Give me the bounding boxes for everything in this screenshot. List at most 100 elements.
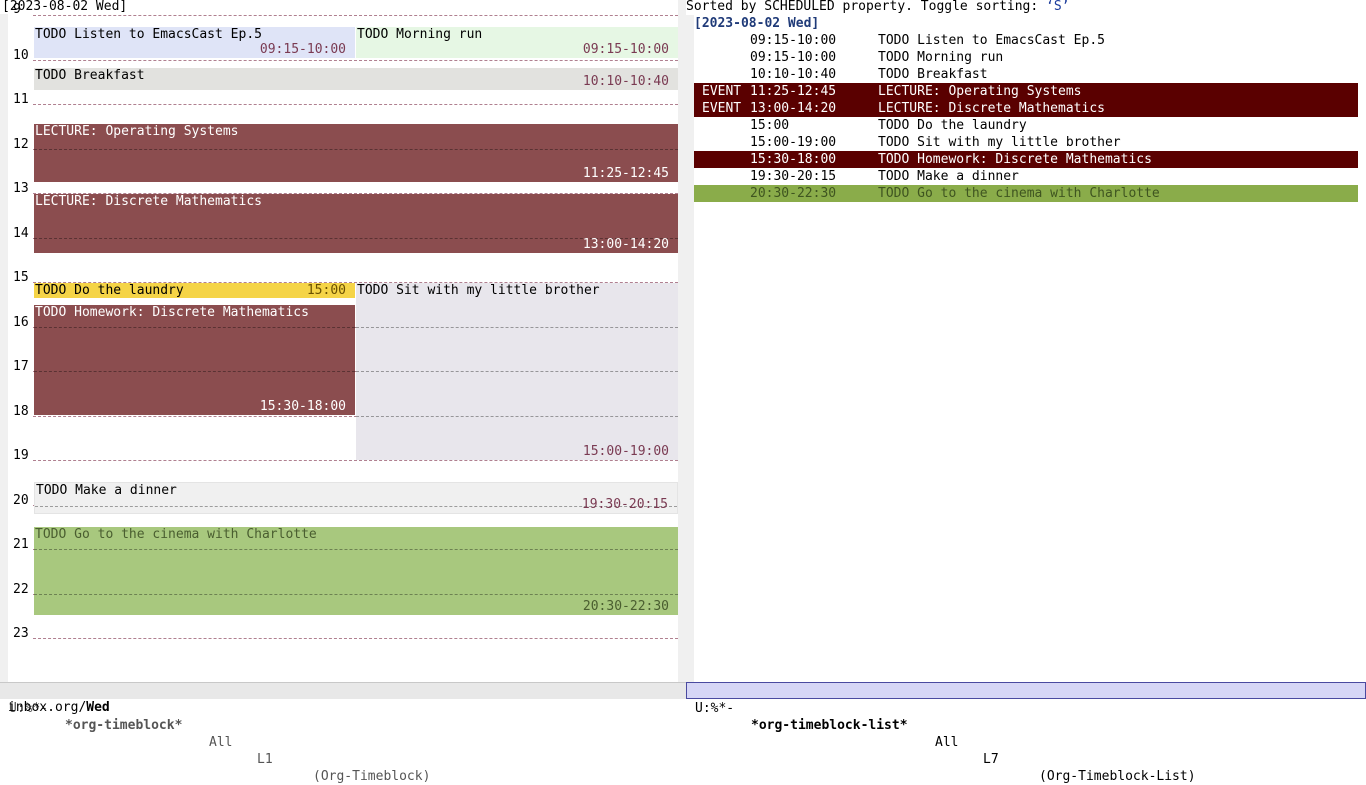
list-item-time: 15:00 — [750, 118, 790, 133]
list-item-time: 10:10-10:40 — [750, 67, 837, 82]
list-item-text: TODO Listen to EmacsCast Ep.5 — [878, 33, 1105, 48]
block-title: TODO Homework: Discrete Mathematics — [35, 305, 309, 320]
hour-label: 21 — [13, 537, 29, 552]
list-item[interactable]: 20:30-22:30 TODO Go to the cinema with Ch… — [694, 185, 1358, 202]
minibuffer[interactable]: inbox.org/Wed — [8, 700, 110, 716]
block-hour-line — [356, 371, 678, 372]
block-time: 19:30-20:15 — [581, 497, 668, 512]
hour-line — [33, 638, 678, 639]
list-item-text: LECTURE: Discrete Mathematics — [878, 101, 1105, 116]
modeline-list: U:%*- *org-timeblock-list* All L7 (Org-T… — [686, 682, 1366, 784]
block-title: TODO Listen to EmacsCast Ep.5 — [35, 27, 262, 42]
list-item[interactable]: EVENT 13:00-14:20 LECTURE: Discrete Mathem… — [694, 100, 1358, 117]
modeline-mode: (Org-Timeblock-List) — [1039, 769, 1196, 784]
block-lecture-dm[interactable]: LECTURE: Discrete Mathematics 13:00-14:20 — [34, 194, 678, 253]
block-title: TODO Do the laundry — [35, 283, 184, 298]
modeline-status: U:%*- — [695, 701, 735, 716]
list-item-text: TODO Make a dinner — [878, 169, 1019, 184]
hour-label: 11 — [13, 92, 29, 107]
block-hour-line — [34, 549, 678, 550]
hour-label: 14 — [13, 226, 29, 241]
modeline-buffer-name: *org-timeblock-list* — [751, 718, 908, 733]
hour-line — [33, 460, 678, 461]
block-laundry[interactable]: TODO Do the laundry 15:00 — [34, 283, 355, 298]
block-hour-line — [34, 238, 678, 239]
list-item[interactable]: 09:15-10:00 TODO Morning run — [694, 49, 1358, 66]
block-title: TODO Morning run — [357, 27, 483, 42]
block-cinema[interactable]: TODO Go to the cinema with Charlotte 20:3… — [34, 527, 678, 615]
hour-label: 12 — [13, 137, 29, 152]
block-title: TODO Breakfast — [35, 68, 145, 83]
modeline-mode: (Org-Timeblock) — [313, 769, 431, 784]
block-dinner[interactable]: TODO Make a dinner 19:30-20:15 — [34, 482, 678, 514]
list-item[interactable]: 19:30-20:15 TODO Make a dinner — [694, 168, 1358, 185]
list-item-time: 15:00-19:00 — [750, 135, 837, 150]
hour-label: 17 — [13, 359, 29, 374]
modeline-line: L7 — [983, 752, 999, 767]
modeline-position: All — [209, 735, 233, 750]
hour-label: 18 — [13, 404, 29, 419]
minibuffer-path: inbox.org/ — [8, 700, 87, 715]
block-lecture-os[interactable]: LECTURE: Operating Systems 11:25-12:45 — [34, 124, 678, 182]
hour-line — [33, 15, 678, 16]
list-item-tag: EVENT — [702, 84, 742, 99]
hour-label: 22 — [13, 582, 29, 597]
left-fringe — [0, 14, 8, 682]
list-item-text: TODO Sit with my little brother — [878, 135, 1121, 150]
block-time: 15:00 — [306, 283, 346, 298]
list-item-text: TODO Breakfast — [878, 67, 988, 82]
block-hour-line — [34, 371, 355, 372]
minibuffer-heading: Wed — [86, 700, 110, 715]
block-title: LECTURE: Operating Systems — [35, 124, 239, 139]
list-item-time: 15:30-18:00 — [750, 152, 837, 167]
block-brother[interactable]: TODO Sit with my little brother 15:00-19:… — [356, 283, 678, 460]
block-morning-run[interactable]: TODO Morning run 09:15-10:00 — [356, 27, 678, 58]
block-hour-line — [34, 594, 678, 595]
block-time: 09:15-10:00 — [582, 42, 669, 57]
hour-label: 16 — [13, 315, 29, 330]
list-item-text: TODO Do the laundry — [878, 118, 1027, 133]
list-fringe — [686, 15, 694, 682]
modeline-buffer-name: *org-timeblock* — [65, 718, 183, 733]
block-time: 20:30-22:30 — [582, 599, 669, 614]
hour-label: 13 — [13, 181, 29, 196]
list-item-time: 19:30-20:15 — [750, 169, 837, 184]
list-item-text: TODO Homework: Discrete Mathematics — [878, 152, 1152, 167]
hour-label: 10 — [13, 48, 29, 63]
list-sort-header: Sorted by SCHEDULED property. Toggle sor… — [686, 0, 1070, 14]
list-item[interactable]: 09:15-10:00 TODO Listen to EmacsCast Ep.5 — [694, 32, 1358, 49]
block-time: 15:00-19:00 — [582, 444, 669, 459]
block-hour-line — [34, 149, 678, 150]
hour-line — [33, 104, 678, 105]
block-emacscast[interactable]: TODO Listen to EmacsCast Ep.5 09:15-10:00 — [34, 27, 355, 58]
list-item-time: 20:30-22:30 — [750, 186, 837, 201]
list-item-text: TODO Morning run — [878, 50, 1004, 65]
modeline-line: L1 — [257, 752, 273, 767]
hour-label: 15 — [13, 270, 29, 285]
list-item[interactable]: 10:10-10:40 TODO Breakfast — [694, 66, 1358, 83]
block-time: 10:10-10:40 — [582, 74, 669, 89]
block-hour-line — [35, 506, 677, 507]
block-title: LECTURE: Discrete Mathematics — [35, 194, 262, 209]
block-breakfast[interactable]: TODO Breakfast 10:10-10:40 — [34, 68, 678, 90]
list-date-heading: [2023-08-02 Wed] — [694, 16, 820, 31]
list-item[interactable]: 15:00 TODO Do the laundry — [694, 117, 1358, 134]
modeline-timeline: U:%*- *org-timeblock* All L1 (Org-Timebl… — [0, 682, 686, 784]
block-time: 09:15-10:00 — [259, 42, 346, 57]
timeline-window[interactable]: [2023-08-02 Wed] 9 10 11 12 13 14 15 16 17 18 19 20… — [0, 0, 686, 682]
hour-label: 19 — [13, 448, 29, 463]
hour-label: 20 — [13, 493, 29, 508]
list-item-text: LECTURE: Operating Systems — [878, 84, 1082, 99]
list-item-text: TODO Go to the cinema with Charlotte — [878, 186, 1160, 201]
block-hour-line — [356, 416, 678, 417]
block-hour-line — [34, 327, 355, 328]
sort-key[interactable]: ‘S’ — [1046, 0, 1069, 14]
list-item[interactable]: 15:00-19:00 TODO Sit with my little broth… — [694, 134, 1358, 151]
list-item[interactable]: EVENT 11:25-12:45 LECTURE: Operating Syste… — [694, 83, 1358, 100]
modeline-position: All — [935, 735, 959, 750]
block-homework[interactable]: TODO Homework: Discrete Mathematics 15:30… — [34, 305, 355, 415]
list-item[interactable]: 15:30-18:00 TODO Homework: Discrete Mathe… — [694, 151, 1358, 168]
list-item-tag: EVENT — [702, 101, 742, 116]
block-title: TODO Make a dinner — [36, 483, 177, 498]
list-item-time: 09:15-10:00 — [750, 50, 837, 65]
